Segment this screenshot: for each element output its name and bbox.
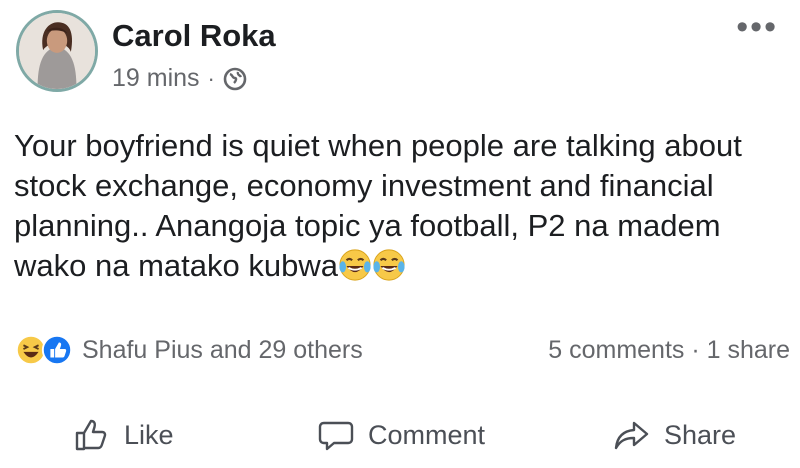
reaction-names[interactable]: Shafu Pius and 29 others (82, 336, 363, 365)
more-options-icon[interactable]: ••• (736, 10, 778, 44)
tears-of-joy-emoji (373, 249, 405, 281)
post-text: Your boyfriend is quiet when people are … (14, 126, 784, 286)
meta-separator: · (207, 65, 215, 91)
comment-label: Comment (368, 419, 486, 450)
avatar[interactable] (16, 10, 98, 92)
reactions-bar: Shafu Pius and 29 others 5 comments · 1 … (14, 330, 790, 370)
share-arrow-icon (614, 421, 649, 450)
like-reaction-icon (41, 334, 73, 366)
tears-of-joy-emoji (339, 249, 371, 281)
comment-icon (318, 421, 354, 451)
like-button[interactable]: Like (72, 410, 174, 460)
post-header: Carol Roka 19 mins · ••• (12, 10, 788, 100)
post-meta: 19 mins · (112, 64, 247, 93)
share-button[interactable]: Share (612, 410, 736, 460)
globe-icon (223, 67, 247, 90)
comment-share-counts[interactable]: 5 comments · 1 share (548, 336, 790, 365)
author-name[interactable]: Carol Roka (112, 18, 276, 54)
thumbs-up-icon (75, 419, 107, 451)
action-bar: Like Comment Share (0, 410, 800, 460)
comment-button[interactable]: Comment (316, 410, 485, 460)
like-label: Like (124, 419, 174, 450)
share-label: Share (664, 419, 737, 450)
reaction-icons[interactable] (14, 333, 74, 367)
avatar-photo (19, 13, 95, 89)
post-time[interactable]: 19 mins (112, 64, 200, 93)
